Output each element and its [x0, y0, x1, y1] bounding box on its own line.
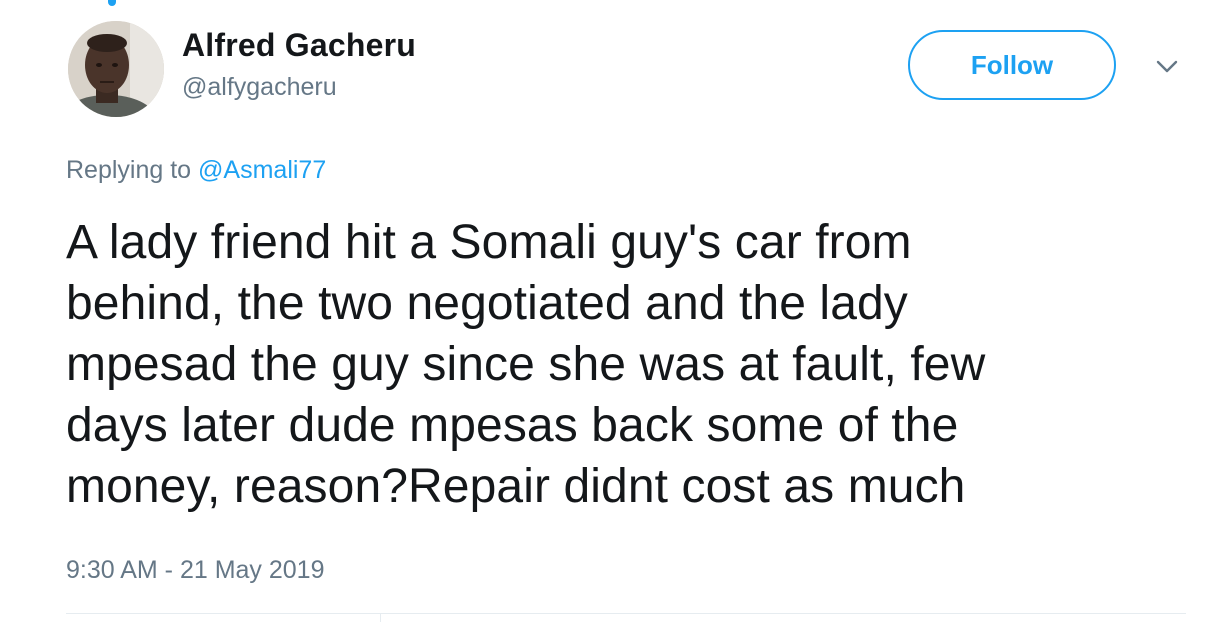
divider-tick: [380, 614, 381, 622]
avatar[interactable]: [68, 21, 164, 117]
more-options-button[interactable]: [1152, 54, 1182, 80]
tweet-card: Alfred Gacheru @alfygacheru Follow Reply…: [0, 0, 1222, 622]
replying-prefix: Replying to: [66, 156, 199, 184]
tweet-text-line: behind, the two negotiated and the lady: [66, 277, 908, 330]
tweet-text-line: A lady friend hit a Somali guy's car fro…: [66, 216, 912, 269]
tweet-text-line: money, reason?Repair didnt cost as much: [66, 460, 966, 513]
reply-mention-link[interactable]: @Asmali77: [198, 156, 326, 184]
tweet-text: A lady friend hit a Somali guy's car fro…: [66, 212, 1186, 517]
avatar-image: [68, 21, 164, 117]
display-name[interactable]: Alfred Gacheru: [182, 27, 416, 64]
divider: [66, 613, 1186, 614]
replying-to: Replying to @Asmali77: [66, 156, 326, 185]
tweet-text-line: days later dude mpesas back some of the: [66, 399, 959, 452]
follow-button[interactable]: Follow: [908, 30, 1116, 100]
user-handle[interactable]: @alfygacheru: [182, 73, 337, 102]
thread-connector: [108, 0, 116, 6]
tweet-text-line: mpesad the guy since she was at fault, f…: [66, 338, 986, 391]
chevron-down-icon: [1156, 60, 1178, 73]
tweet-timestamp[interactable]: 9:30 AM - 21 May 2019: [66, 556, 324, 585]
